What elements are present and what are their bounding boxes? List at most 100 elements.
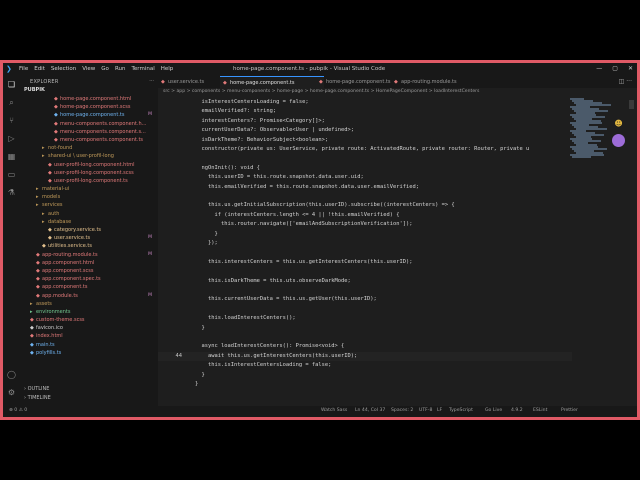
avatar[interactable] — [612, 134, 625, 147]
file-item[interactable]: ◆ index.html — [20, 332, 158, 340]
folder-item[interactable]: ▸ shared-ui \ user-profil-long — [20, 152, 158, 160]
extensions-icon[interactable]: ▦ — [7, 152, 16, 161]
file-item[interactable]: ◆ custom-theme.scss — [20, 316, 158, 324]
code-line[interactable]: this.emailVerified = this.route.snapshot… — [158, 183, 572, 192]
status-item[interactable]: Spaces: 2 — [391, 408, 413, 413]
search-icon[interactable]: ⌕ — [7, 98, 16, 107]
code-line[interactable]: } — [158, 324, 572, 333]
code-line[interactable] — [158, 267, 572, 276]
menu-item-file[interactable]: File — [19, 66, 28, 72]
status-item[interactable]: UTF-8 — [419, 408, 432, 413]
status-item[interactable]: Prettier — [561, 408, 578, 413]
menu-item-view[interactable]: View — [82, 66, 95, 72]
file-item[interactable]: ◆ menu-components.component.s... — [20, 128, 158, 136]
scrollbar-thumb[interactable] — [629, 100, 634, 109]
code-line[interactable]: } — [158, 371, 572, 380]
code-line[interactable]: this.us.getInitialSubscription(this.user… — [158, 201, 572, 210]
problems-indicator[interactable]: ⊗ 0 ⚠ 0 — [9, 408, 27, 413]
folder-item[interactable]: ▸ material-ui — [20, 185, 158, 193]
remote-explorer-icon[interactable]: ▭ — [7, 170, 16, 179]
code-line[interactable]: isDarkTheme?: BehaviorSubject<boolean>; — [158, 136, 572, 145]
menu-item-help[interactable]: Help — [161, 66, 174, 72]
code-line[interactable] — [158, 333, 572, 342]
file-item[interactable]: ◆ user.service.ts M — [20, 234, 158, 242]
code-line[interactable]: }); — [158, 239, 572, 248]
copilot-icon[interactable]: ☻ — [612, 119, 625, 130]
file-item[interactable]: ◆ main.ts — [20, 341, 158, 349]
code-line[interactable]: this.isDarkTheme = this.uts.observeDarkM… — [158, 277, 572, 286]
code-line[interactable] — [158, 192, 572, 201]
file-item[interactable]: ◆ home-page.component.scss — [20, 103, 158, 111]
folder-item[interactable]: ▸ database — [20, 218, 158, 226]
split-editor-icon[interactable]: ◫ — [619, 78, 625, 85]
status-item[interactable]: ESLint — [533, 408, 547, 413]
breadcrumb[interactable]: src > app > components > menu-components… — [163, 89, 479, 94]
code-line[interactable]: this.userID = this.route.snapshot.data.u… — [158, 173, 572, 182]
file-item[interactable]: ◆ user-profil-long.component.ts — [20, 177, 158, 185]
code-line[interactable]: constructor(private us: UserService, pri… — [158, 145, 572, 154]
file-item[interactable]: ◆ utilities.service.ts — [20, 242, 158, 250]
folder-item[interactable]: ▸ models — [20, 193, 158, 201]
source-control-icon[interactable]: ⑂ — [7, 116, 16, 125]
menu-item-run[interactable]: Run — [115, 66, 126, 72]
code-line[interactable] — [158, 389, 572, 398]
code-line[interactable] — [158, 286, 572, 295]
testing-icon[interactable]: ⚗ — [7, 188, 16, 197]
folder-item[interactable]: ▸ services — [20, 201, 158, 209]
code-line[interactable]: this.router.navigate(['emailAndSubscript… — [158, 220, 572, 229]
file-item[interactable]: ◆ user-profil-long.component.html — [20, 161, 158, 169]
file-item[interactable]: ◆ favicon.ico — [20, 324, 158, 332]
folder-item[interactable]: ▸ assets — [20, 300, 158, 308]
menu-item-edit[interactable]: Edit — [34, 66, 45, 72]
file-item[interactable]: ◆ app.component.scss — [20, 267, 158, 275]
code-line[interactable]: this.interestCenters = this.us.getIntere… — [158, 258, 572, 267]
file-item[interactable]: ◆ category.service.ts — [20, 226, 158, 234]
more-actions-icon[interactable]: ··· — [149, 78, 154, 84]
run-debug-icon[interactable]: ▷ — [7, 134, 16, 143]
code-line[interactable] — [158, 248, 572, 257]
code-line[interactable] — [158, 154, 572, 163]
status-item[interactable]: 4.9.2 — [511, 408, 523, 413]
folder-item[interactable]: ▸ environments — [20, 308, 158, 316]
file-item[interactable]: ◆ user-profil-long.component.scss — [20, 169, 158, 177]
menu-item-go[interactable]: Go — [101, 66, 109, 72]
code-line[interactable]: } — [158, 380, 572, 389]
more-icon[interactable]: ··· — [626, 78, 632, 85]
status-item[interactable]: Go Live — [485, 408, 502, 413]
code-line[interactable]: this.isInterestCentersLoading = false; — [158, 361, 572, 370]
code-line[interactable]: isInterestCentersLoading = false; — [158, 98, 572, 107]
code-line[interactable]: if (interestCenters.length <= 4 || !this… — [158, 211, 572, 220]
minimap[interactable] — [570, 98, 612, 158]
code-line[interactable]: 44 await this.us.getInterestCenters(this… — [158, 351, 572, 362]
code-line[interactable]: interestCenters?: Promise<Category[]>; — [158, 117, 572, 126]
file-item[interactable]: ◆ menu-components.component.ts — [20, 136, 158, 144]
file-item[interactable]: ◆ app.module.ts M — [20, 292, 158, 300]
code-line[interactable] — [158, 305, 572, 314]
editor-tab[interactable]: ◆ app-routing.module.ts — [391, 76, 471, 88]
file-item[interactable]: ◆ menu-components.component.h... — [20, 120, 158, 128]
code-line[interactable]: currentUserData?: Observable<User | unde… — [158, 126, 572, 135]
file-item[interactable]: ◆ app.component.html — [20, 259, 158, 267]
code-line[interactable]: this.loadInterestCenters(); — [158, 314, 572, 323]
status-item[interactable]: Ln 44, Col 37 — [355, 408, 385, 413]
file-item[interactable]: ◆ home-page.component.html — [20, 95, 158, 103]
menu-item-terminal[interactable]: Terminal — [131, 66, 154, 72]
timeline-section[interactable]: › TIMELINE — [24, 395, 154, 401]
status-item[interactable]: LF — [437, 408, 442, 413]
explorer-icon[interactable]: ❏ — [7, 80, 16, 89]
workspace-root[interactable]: PUBPIK — [24, 87, 45, 93]
file-item[interactable]: ◆ app.component.ts — [20, 283, 158, 291]
file-item[interactable]: ◆ app-routing.module.ts M — [20, 251, 158, 259]
folder-item[interactable]: ▸ not-found — [20, 144, 158, 152]
menu-item-selection[interactable]: Selection — [51, 66, 76, 72]
editor-tab[interactable]: ◆ user.service.ts — [158, 76, 228, 88]
code-line[interactable]: ngOnInit(): void { — [158, 164, 572, 173]
file-item[interactable]: ◆ polyfills.ts — [20, 349, 158, 357]
folder-item[interactable]: ▸ auth — [20, 210, 158, 218]
code-line[interactable]: emailVerified?: string; — [158, 107, 572, 116]
manage-gear-icon[interactable]: ⚙ — [7, 388, 16, 397]
file-item[interactable]: ◆ app.component.spec.ts — [20, 275, 158, 283]
editor-tab[interactable]: ◆ home-page.component.ts — [220, 76, 324, 89]
code-line[interactable]: } — [158, 230, 572, 239]
status-item[interactable]: Watch Sass — [321, 408, 347, 413]
